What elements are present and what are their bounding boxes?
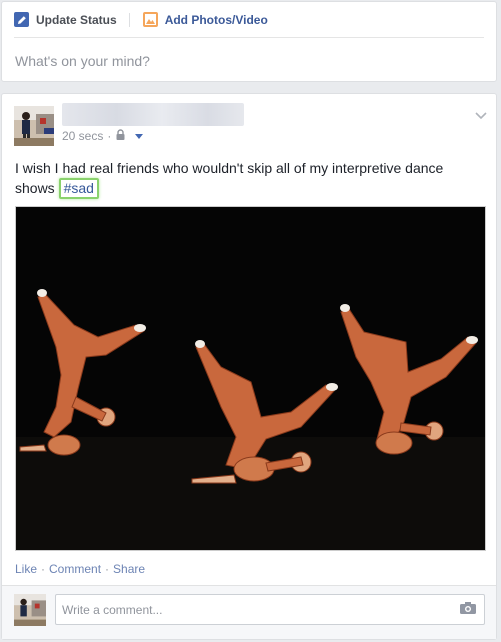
comment-input[interactable]: Write a comment... [55, 594, 485, 625]
hashtag-link[interactable]: #sad [58, 178, 99, 199]
post-body: I wish I had real friends who wouldn't s… [15, 158, 485, 199]
tab-update-status[interactable]: Update Status [14, 12, 117, 27]
dancers-photo [16, 207, 485, 550]
post-timestamp[interactable]: 20 secs [62, 129, 103, 143]
share-link[interactable]: Share [113, 562, 145, 576]
like-link[interactable]: Like [15, 562, 37, 576]
camera-icon[interactable] [460, 602, 476, 617]
comment-link[interactable]: Comment [49, 562, 101, 576]
action-separator: · [105, 562, 110, 576]
status-input[interactable]: What's on your mind? [2, 38, 496, 82]
feed-post: 20 secs · I wish I had real friends who … [1, 93, 497, 640]
post-photo[interactable] [15, 206, 486, 551]
comment-composer: Write a comment... [2, 585, 496, 639]
pencil-icon [14, 12, 29, 27]
comment-placeholder: Write a comment... [62, 603, 163, 617]
tab-add-photos-video[interactable]: Add Photos/Video [142, 12, 268, 27]
author-name-redacted[interactable] [62, 103, 244, 126]
post-meta: 20 secs · [62, 129, 144, 143]
commenter-avatar [14, 594, 46, 626]
photo-icon [142, 12, 158, 27]
post-actions: Like · Comment · Share [15, 562, 145, 576]
tab-add-photos-video-label: Add Photos/Video [164, 12, 268, 27]
chevron-down-icon[interactable] [475, 107, 487, 125]
status-composer: Update Status Add Photos/Video What's on… [1, 1, 497, 82]
action-separator: · [41, 562, 46, 576]
author-avatar[interactable] [14, 106, 54, 146]
tab-divider [128, 12, 130, 27]
meta-separator: · [107, 129, 112, 143]
tab-update-status-label: Update Status [36, 12, 117, 27]
lock-icon[interactable] [116, 129, 125, 143]
audience-caret-icon[interactable] [135, 134, 144, 139]
composer-tabs: Update Status Add Photos/Video [14, 2, 484, 38]
